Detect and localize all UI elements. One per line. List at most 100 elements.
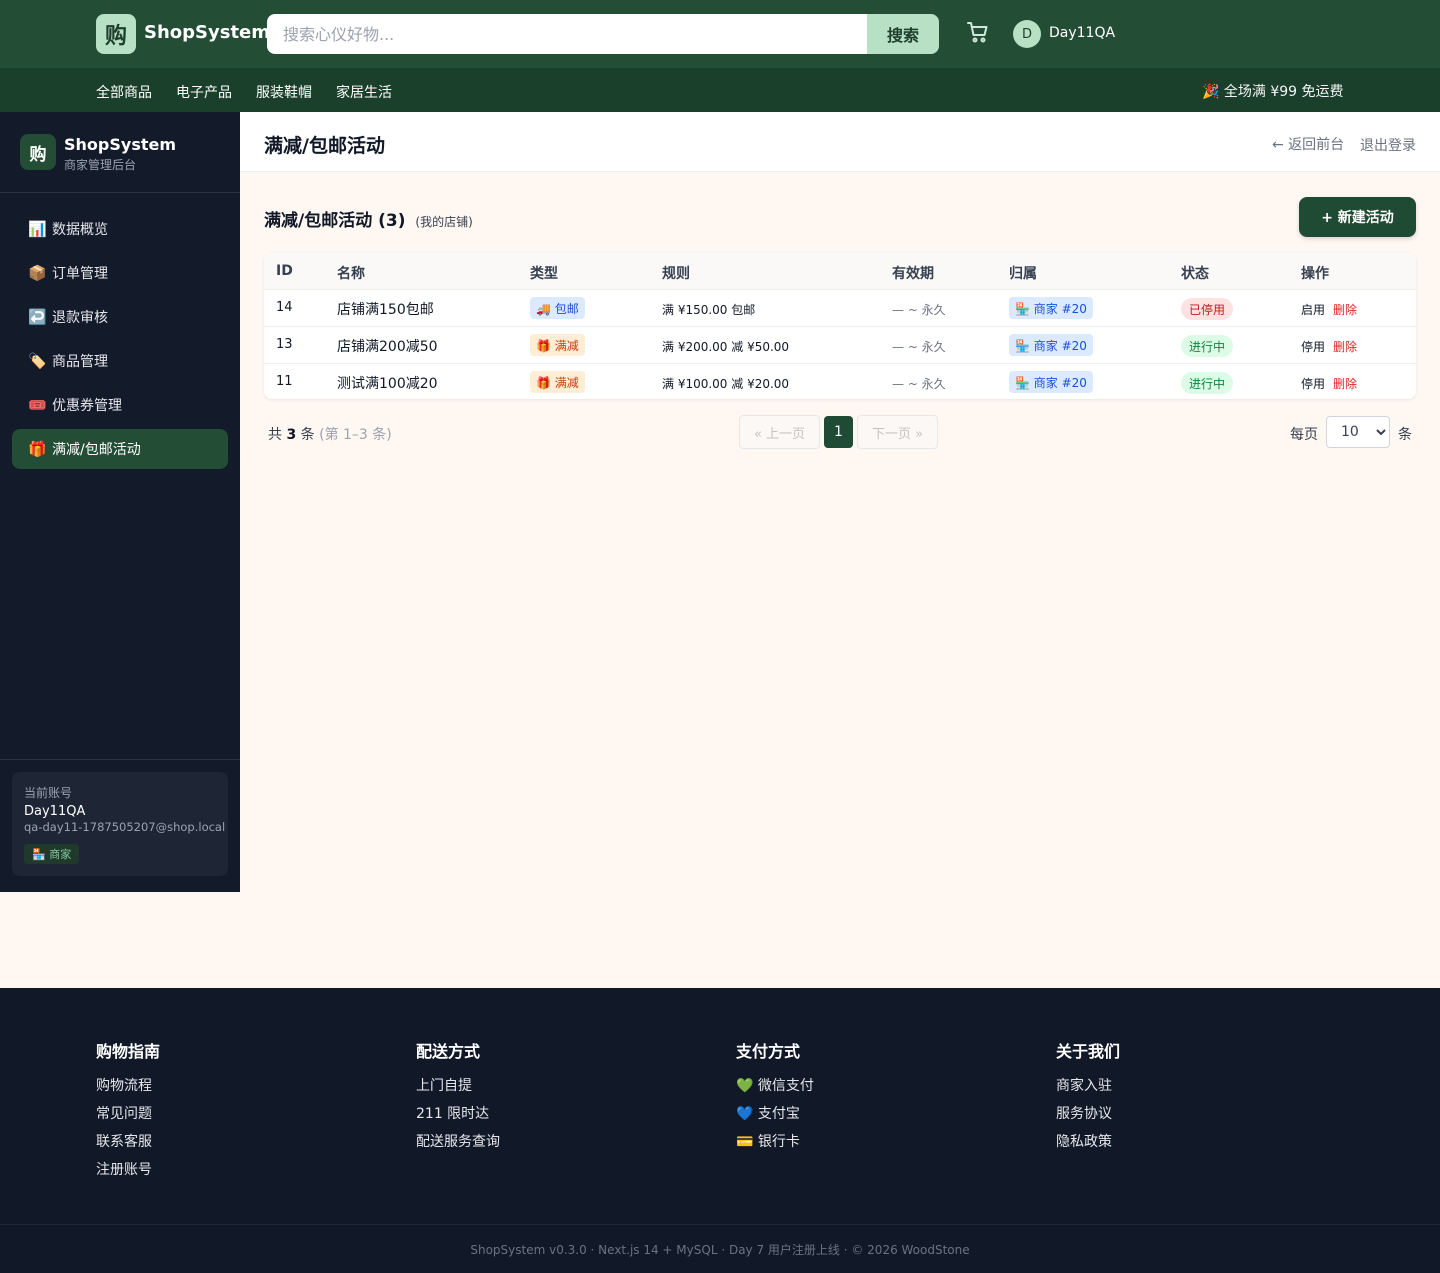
footer-link[interactable]: 上门自提 [416,1076,500,1104]
cell-name: 店铺满150包邮 [337,302,434,318]
footer-heading: 购物指南 [96,1042,161,1061]
pagination-total: 共 3 条 (第 1–3 条) [268,424,392,444]
footer-link[interactable]: 💳 银行卡 [736,1132,814,1160]
return-arrow-icon: ↩️ [28,308,47,326]
per-page-unit: 条 [1398,427,1412,443]
footer-link[interactable]: 常见问题 [96,1104,160,1132]
footer-link[interactable]: 商家入驻 [1056,1076,1120,1104]
cell-id: 13 [276,337,293,352]
cell-validity: — ~ 永久 [892,377,946,391]
type-badge: 🎁 满减 [530,371,585,393]
new-promotion-button[interactable]: + 新建活动 [1299,197,1416,237]
section-title: 满减/包邮活动 (3) (我的店铺) [264,206,473,231]
column-header-actions: 操作 [1301,266,1329,282]
account-caption: 当前账号 [24,786,73,800]
package-icon: 📦 [28,264,47,282]
page-header: 满减/包邮活动 ← 返回前台 退出登录 [240,112,1440,172]
brand-name[interactable]: ShopSystem [144,22,270,43]
admin-sidebar: 购 ShopSystem 商家管理后台 📊 数据概览 📦 订单管理 ↩️ 退款审… [0,112,240,892]
column-header-id: ID [276,263,293,279]
page-title: 满减/包邮活动 [264,135,385,157]
sidebar-item-label: 退款审核 [52,310,108,326]
sidebar-item-label: 优惠券管理 [52,398,122,414]
disable-button[interactable]: 停用 [1301,338,1325,355]
sidebar-item-label: 订单管理 [52,266,108,282]
gift-icon: 🎁 [28,440,47,458]
promotions-table: ID 名称 类型 规则 有效期 归属 状态 操作 14 店铺满150包邮 🚚 包… [264,253,1416,399]
footer-copyright: ShopSystem v0.3.0 · Next.js 14 + MySQL ·… [470,1243,970,1257]
footer-link[interactable]: 服务协议 [1056,1104,1120,1132]
username[interactable]: Day11QA [1049,25,1115,41]
status-badge: 进行中 [1181,335,1234,357]
total-range: (第 1–3 条) [319,427,392,443]
footer-heading: 关于我们 [1056,1042,1121,1061]
cart-icon[interactable] [966,20,992,46]
footer-link[interactable]: 购物流程 [96,1076,160,1104]
owner-badge: 🏪 商家 #20 [1009,371,1093,393]
section-subtitle: (我的店铺) [415,215,473,229]
column-header-status: 状态 [1181,266,1209,282]
sidebar-item-refunds[interactable]: ↩️ 退款审核 [12,297,228,337]
disable-button[interactable]: 停用 [1301,375,1325,392]
section-title-text: 满减/包邮活动 (3) [264,211,406,231]
category-nav: 全部商品 电子产品 服装鞋帽 家居生活 🎉 全场满 ¥99 免运费 [0,68,1440,112]
sidebar-item-promotions[interactable]: 🎁 满减/包邮活动 [12,429,228,469]
site-footer: 购物指南 购物流程 常见问题 联系客服 注册账号 配送方式 上门自提 211 限… [0,988,1440,1273]
current-page-button[interactable]: 1 [824,416,853,448]
per-page-select[interactable]: 10 [1326,416,1390,448]
cell-id: 14 [276,300,293,315]
enable-button[interactable]: 启用 [1301,301,1325,318]
table-header: ID 名称 类型 规则 有效期 归属 状态 操作 [264,253,1416,289]
footer-link[interactable]: 💚 微信支付 [736,1076,814,1104]
column-header-owner: 归属 [1009,266,1037,282]
table-row: 11 测试满100减20 🎁 满减 满 ¥100.00 减 ¥20.00 — ~… [264,363,1416,399]
sidebar-item-coupons[interactable]: 🎟️ 优惠券管理 [12,385,228,425]
total-prefix: 共 [268,427,282,443]
logo-icon[interactable]: 购 [96,14,136,54]
footer-link[interactable]: 配送服务查询 [416,1132,500,1160]
footer-divider [0,1224,1440,1225]
sidebar-item-products[interactable]: 🏷️ 商品管理 [12,341,228,381]
delete-button[interactable]: 删除 [1333,301,1357,318]
tag-icon: 🏷️ [28,352,47,370]
account-name: Day11QA [24,804,86,819]
footer-link[interactable]: 211 限时达 [416,1104,500,1132]
ticket-icon: 🎟️ [28,396,47,414]
type-badge: 🎁 满减 [530,334,585,356]
per-page-label: 每页 [1290,427,1318,443]
sidebar-item-dashboard[interactable]: 📊 数据概览 [12,209,228,249]
column-header-type: 类型 [530,266,558,282]
back-to-store-link[interactable]: ← 返回前台 [1272,134,1344,154]
sidebar-item-orders[interactable]: 📦 订单管理 [12,253,228,293]
prev-page-button[interactable]: « 上一页 [739,415,820,449]
avatar[interactable]: D [1013,20,1041,48]
search-button[interactable]: 搜索 [867,14,939,54]
footer-column-about: 关于我们 商家入驻 服务协议 隐私政策 [1056,1038,1120,1160]
role-badge: 🏪 商家 [24,844,80,864]
nav-item-electronics[interactable]: 电子产品 [176,82,232,102]
footer-link[interactable]: 注册账号 [96,1160,160,1188]
nav-item-apparel[interactable]: 服装鞋帽 [256,82,312,102]
search-input[interactable] [267,14,867,54]
nav-item-all[interactable]: 全部商品 [96,82,152,102]
footer-heading: 支付方式 [736,1042,801,1061]
column-header-validity: 有效期 [892,266,934,282]
top-header: 购 ShopSystem 搜索 D Day11QA [0,0,1440,68]
logout-link[interactable]: 退出登录 [1360,135,1416,155]
next-page-button[interactable]: 下一页 » [857,415,938,449]
table-row: 13 店铺满200减50 🎁 满减 满 ¥200.00 减 ¥50.00 — ~… [264,326,1416,363]
sidebar-divider [0,192,240,193]
chart-icon: 📊 [28,220,47,238]
nav-item-home[interactable]: 家居生活 [336,82,392,102]
footer-link[interactable]: 联系客服 [96,1132,160,1160]
delete-button[interactable]: 删除 [1333,375,1357,392]
status-badge: 进行中 [1181,372,1234,394]
account-card: 当前账号 Day11QA qa-day11-1787505207@shop.lo… [12,772,228,876]
delete-button[interactable]: 删除 [1333,338,1357,355]
footer-link[interactable]: 隐私政策 [1056,1132,1120,1160]
owner-badge: 🏪 商家 #20 [1009,334,1093,356]
sidebar-item-label: 数据概览 [52,222,108,238]
footer-link[interactable]: 💙 支付宝 [736,1104,814,1132]
cell-rule: 满 ¥150.00 包邮 [662,303,756,317]
cell-name: 测试满100减20 [337,376,438,392]
